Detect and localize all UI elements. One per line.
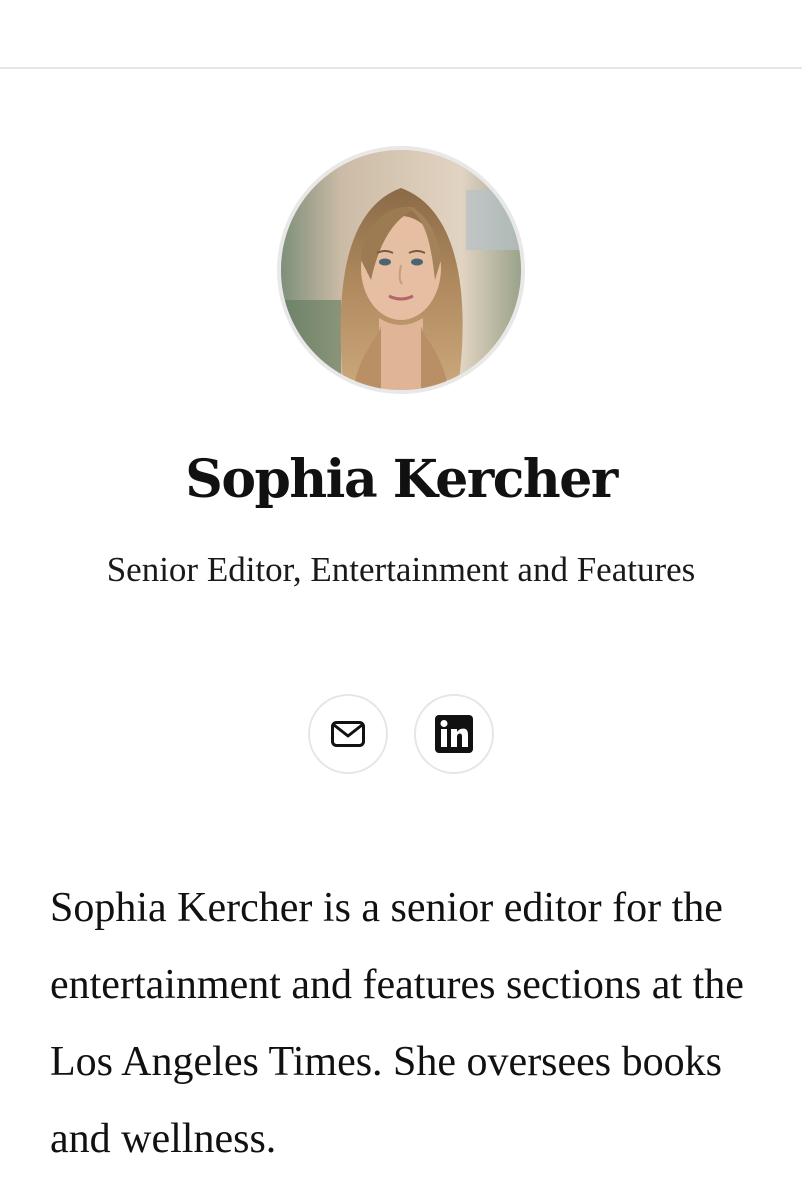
linkedin-button[interactable] <box>414 694 494 774</box>
email-button[interactable] <box>308 694 388 774</box>
author-portrait-image <box>281 150 521 390</box>
author-avatar <box>277 146 525 394</box>
linkedin-icon <box>435 715 473 753</box>
author-title: Senior Editor, Entertainment and Feature… <box>106 550 696 589</box>
author-bio: Sophia Kercher is a senior editor for th… <box>50 885 744 1162</box>
envelope-icon <box>331 721 365 747</box>
author-name: Sophia Kercher <box>185 449 618 510</box>
header-divider <box>0 67 802 69</box>
